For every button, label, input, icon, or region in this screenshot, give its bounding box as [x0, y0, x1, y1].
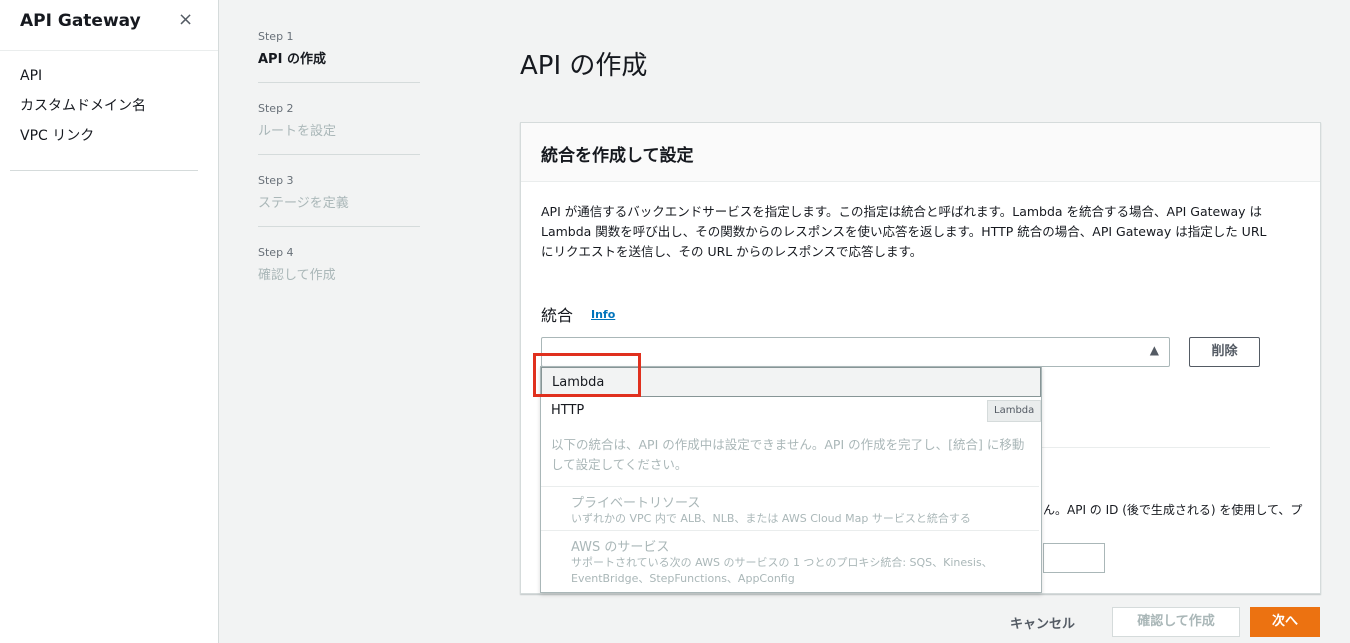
- step-divider: [258, 226, 420, 227]
- group-description: いずれかの VPC 内で ALB、NLB、または AWS Cloud Map サ…: [571, 512, 971, 525]
- tooltip: Lambda: [987, 400, 1042, 422]
- option-label: HTTP: [551, 403, 585, 418]
- step-title: ルートを設定: [258, 124, 337, 139]
- integration-dropdown: Lambda HTTP 以下の統合は、API の作成中は設定できません。API …: [540, 366, 1042, 593]
- option-group-aws-service: AWS のサービス サポートされている次の AWS のサービスの 1 つとのプロ…: [541, 530, 1039, 591]
- next-button[interactable]: 次へ: [1250, 607, 1320, 637]
- panel-title: 統合を作成して設定: [541, 146, 694, 166]
- step-divider: [258, 82, 420, 83]
- close-icon[interactable]: ×: [178, 9, 193, 30]
- step-number: Step 2: [258, 102, 294, 115]
- integration-label: 統合: [541, 306, 574, 325]
- group-description: サポートされている次の AWS のサービスの 1 つとのプロキシ統合: SQS、…: [571, 556, 993, 585]
- step-title: 確認して作成: [258, 268, 336, 283]
- step-4: Step 4 確認して作成: [258, 246, 420, 283]
- page-title: API の作成: [520, 51, 648, 82]
- step-title: API の作成: [258, 52, 326, 67]
- info-link[interactable]: Info: [591, 308, 615, 321]
- step-title: ステージを定義: [258, 196, 349, 211]
- step-number: Step 1: [258, 30, 294, 43]
- review-create-button[interactable]: 確認して作成: [1112, 607, 1240, 637]
- sidebar: API Gateway × API カスタムドメイン名 VPC リンク: [0, 0, 219, 643]
- cancel-button[interactable]: キャンセル: [1010, 613, 1075, 632]
- step-1: Step 1 API の作成: [258, 30, 420, 67]
- caret-up-icon: ▲: [1149, 343, 1159, 357]
- delete-button[interactable]: 削除: [1189, 337, 1260, 367]
- option-http[interactable]: HTTP: [541, 396, 1039, 425]
- step-divider: [258, 154, 420, 155]
- sidebar-divider: [0, 50, 218, 51]
- step-2: Step 2 ルートを設定: [258, 102, 420, 139]
- partially-hidden-input[interactable]: [1043, 543, 1105, 573]
- step-3: Step 3 ステージを定義: [258, 174, 420, 211]
- panel-divider: [1030, 447, 1270, 448]
- sidebar-item-vpc-link[interactable]: VPC リンク: [20, 126, 146, 156]
- panel-header: 統合を作成して設定: [521, 123, 1320, 182]
- partially-hidden-text: ん。API の ID (後で生成される) を使用して、プ: [1043, 503, 1303, 517]
- step-number: Step 3: [258, 174, 294, 187]
- option-group-private-resource: プライベートリソース いずれかの VPC 内で ALB、NLB、または AWS …: [541, 486, 1039, 530]
- sidebar-item-custom-domain[interactable]: カスタムドメイン名: [20, 96, 146, 126]
- group-title: AWS のサービス: [571, 540, 670, 555]
- sidebar-nav: API カスタムドメイン名 VPC リンク: [20, 66, 146, 156]
- sidebar-item-api[interactable]: API: [20, 66, 146, 96]
- sidebar-title: API Gateway: [20, 11, 141, 31]
- panel-description: API が通信するバックエンドサービスを指定します。この指定は統合と呼ばれます。…: [541, 204, 1267, 259]
- dropdown-note: 以下の統合は、API の作成中は設定できません。API の作成を完了し、[統合]…: [551, 437, 1025, 472]
- highlight-box: [533, 353, 641, 397]
- sidebar-divider: [10, 170, 198, 171]
- group-title: プライベートリソース: [571, 496, 701, 511]
- step-number: Step 4: [258, 246, 294, 259]
